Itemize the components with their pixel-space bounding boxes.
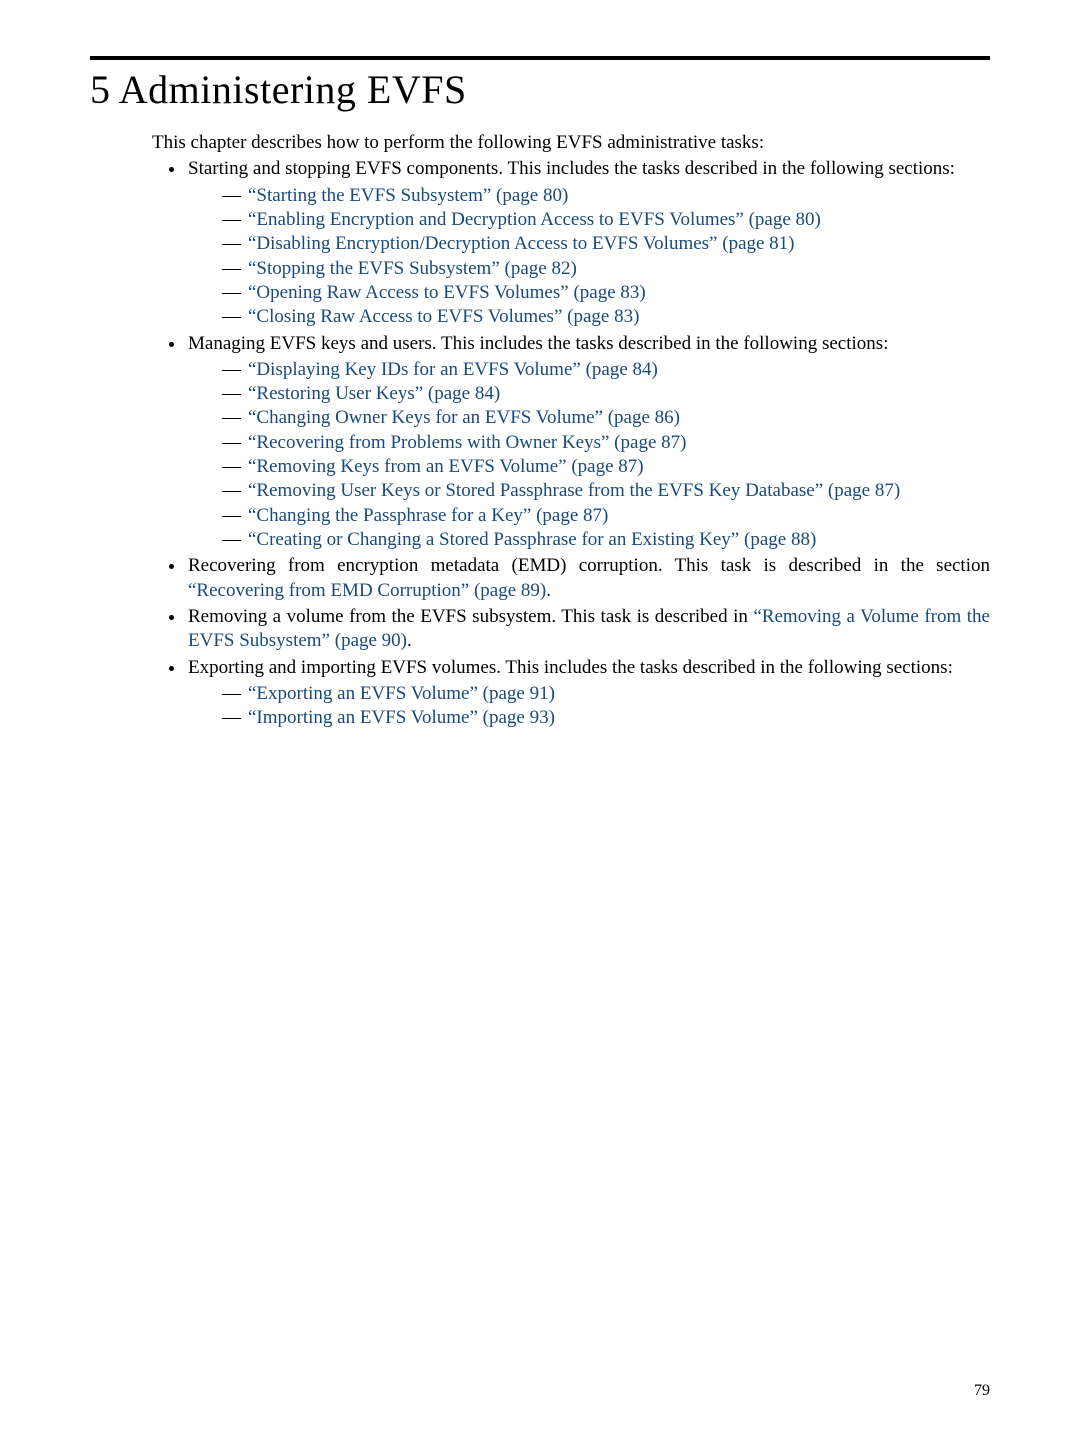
sub-item: “Enabling Encryption and Decryption Acce… — [222, 208, 990, 232]
sub-item: “Changing the Passphrase for a Key” (pag… — [222, 504, 990, 528]
body-text: This chapter describes how to perform th… — [152, 131, 990, 731]
cross-reference[interactable]: “Restoring User Keys” (page 84) — [248, 383, 500, 404]
sub-item: “Changing Owner Keys for an EVFS Volume”… — [222, 406, 990, 430]
task-text: Exporting and importing EVFS volumes. Th… — [188, 657, 953, 678]
sub-list: “Displaying Key IDs for an EVFS Volume” … — [188, 358, 990, 553]
chapter-heading: 5 Administering EVFS — [90, 66, 990, 113]
intro-paragraph: This chapter describes how to perform th… — [152, 131, 990, 155]
sub-item: “Importing an EVFS Volume” (page 93) — [222, 706, 990, 730]
cross-reference[interactable]: “Importing an EVFS Volume” (page 93) — [248, 707, 555, 728]
sub-item: “Recovering from Problems with Owner Key… — [222, 431, 990, 455]
sub-item: “Creating or Changing a Stored Passphras… — [222, 528, 990, 552]
top-rule — [90, 56, 990, 60]
page: 5 Administering EVFS This chapter descri… — [0, 0, 1080, 1438]
task-item: Managing EVFS keys and users. This inclu… — [186, 332, 990, 553]
sub-item: “Restoring User Keys” (page 84) — [222, 382, 990, 406]
task-text-post: . — [407, 630, 412, 651]
sub-item: “Displaying Key IDs for an EVFS Volume” … — [222, 358, 990, 382]
cross-reference[interactable]: “Changing Owner Keys for an EVFS Volume”… — [248, 407, 680, 428]
sub-item: “Disabling Encryption/Decryption Access … — [222, 232, 990, 256]
cross-reference[interactable]: “Creating or Changing a Stored Passphras… — [248, 529, 816, 550]
sub-item: “Closing Raw Access to EVFS Volumes” (pa… — [222, 305, 990, 329]
sub-list: “Exporting an EVFS Volume” (page 91) “Imp… — [188, 682, 990, 731]
task-list: Starting and stopping EVFS components. T… — [152, 157, 990, 730]
cross-reference[interactable]: “Removing Keys from an EVFS Volume” (pag… — [248, 456, 644, 477]
cross-reference[interactable]: “Closing Raw Access to EVFS Volumes” (pa… — [248, 306, 639, 327]
sub-list: “Starting the EVFS Subsystem” (page 80) “… — [188, 184, 990, 330]
task-item: Recovering from encryption metadata (EMD… — [186, 554, 990, 603]
cross-reference[interactable]: “Stopping the EVFS Subsystem” (page 82) — [248, 258, 577, 279]
cross-reference[interactable]: “Changing the Passphrase for a Key” (pag… — [248, 505, 608, 526]
sub-item: “Stopping the EVFS Subsystem” (page 82) — [222, 257, 990, 281]
cross-reference[interactable]: “Enabling Encryption and Decryption Acce… — [248, 209, 821, 230]
task-text: Managing EVFS keys and users. This inclu… — [188, 333, 888, 354]
chapter-title: Administering EVFS — [119, 67, 467, 112]
task-item: Starting and stopping EVFS components. T… — [186, 157, 990, 329]
cross-reference[interactable]: “Opening Raw Access to EVFS Volumes” (pa… — [248, 282, 646, 303]
task-text: Removing a volume from the EVFS subsyste… — [188, 606, 753, 627]
cross-reference[interactable]: “Removing User Keys or Stored Passphrase… — [248, 480, 900, 501]
cross-reference[interactable]: “Recovering from Problems with Owner Key… — [248, 432, 686, 453]
task-item: Exporting and importing EVFS volumes. Th… — [186, 656, 990, 731]
task-text-post: . — [546, 580, 551, 601]
sub-item: “Starting the EVFS Subsystem” (page 80) — [222, 184, 990, 208]
sub-item: “Removing Keys from an EVFS Volume” (pag… — [222, 455, 990, 479]
sub-item: “Exporting an EVFS Volume” (page 91) — [222, 682, 990, 706]
chapter-number: 5 — [90, 67, 111, 112]
cross-reference[interactable]: “Displaying Key IDs for an EVFS Volume” … — [248, 359, 658, 380]
task-text: Recovering from encryption metadata (EMD… — [188, 555, 990, 576]
task-item: Removing a volume from the EVFS subsyste… — [186, 605, 990, 654]
sub-item: “Removing User Keys or Stored Passphrase… — [222, 479, 990, 503]
cross-reference[interactable]: “Recovering from EMD Corruption” (page 8… — [188, 580, 546, 601]
sub-item: “Opening Raw Access to EVFS Volumes” (pa… — [222, 281, 990, 305]
cross-reference[interactable]: “Exporting an EVFS Volume” (page 91) — [248, 683, 555, 704]
task-text: Starting and stopping EVFS components. T… — [188, 158, 955, 179]
cross-reference[interactable]: “Starting the EVFS Subsystem” (page 80) — [248, 185, 568, 206]
page-number: 79 — [974, 1382, 990, 1400]
cross-reference[interactable]: “Disabling Encryption/Decryption Access … — [248, 233, 795, 254]
